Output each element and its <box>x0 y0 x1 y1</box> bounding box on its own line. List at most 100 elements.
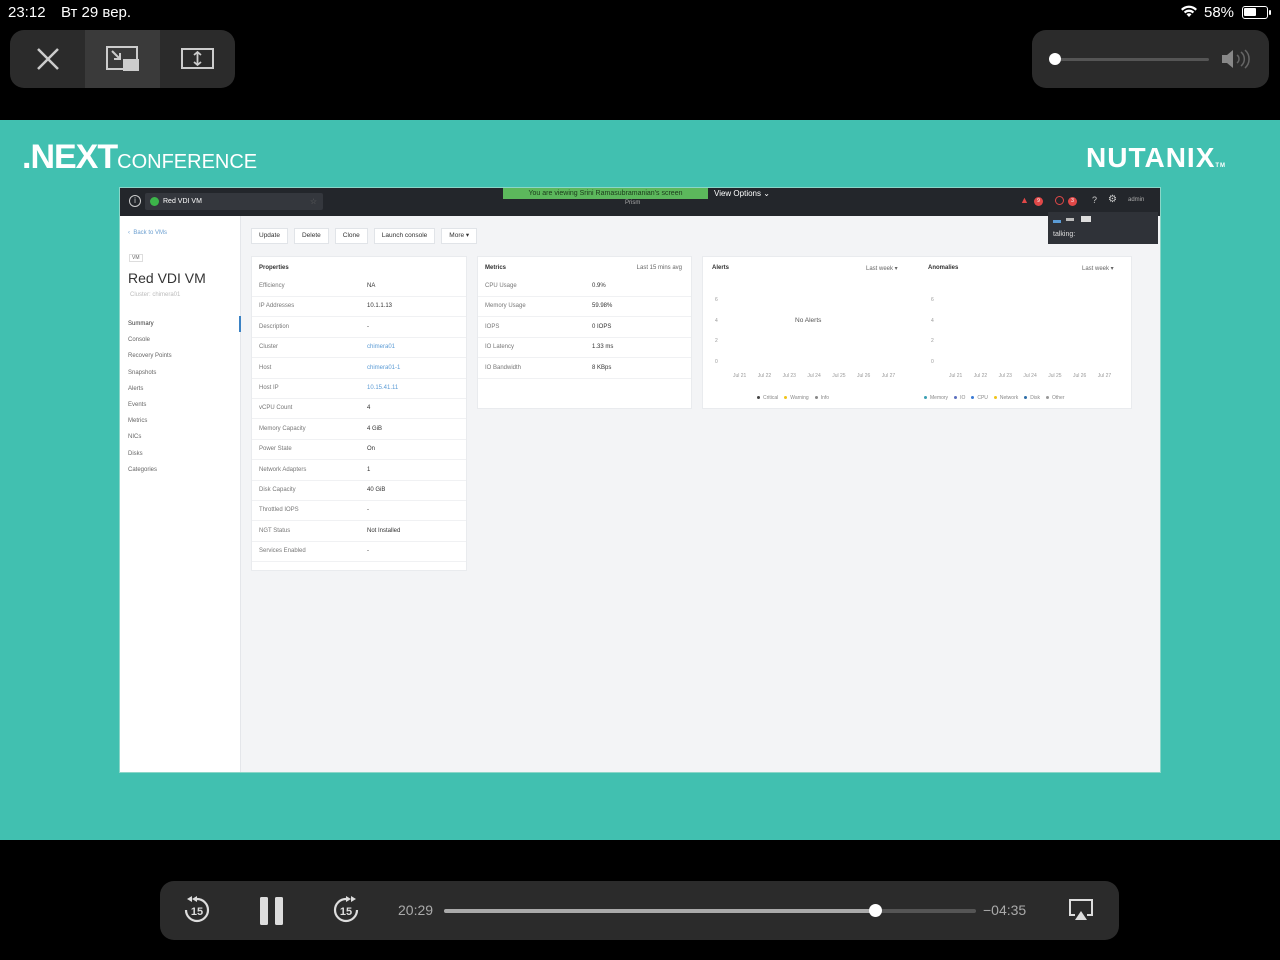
skip-back-button[interactable]: 15 <box>182 895 212 930</box>
metric-key: CPU Usage <box>485 283 517 289</box>
picture-in-picture-button[interactable] <box>85 30 160 88</box>
scrubber-knob[interactable] <box>868 904 882 917</box>
nav-disks[interactable]: Disks <box>120 446 241 462</box>
x-tick-label: Jul 22 <box>757 373 772 379</box>
vm-title: Red VDI VM <box>128 270 206 286</box>
logo-tm: TM <box>1215 163 1227 169</box>
property-value: Not Installed <box>367 527 401 534</box>
property-row: Power State On <box>252 440 466 461</box>
x-tick-label: Jul 27 <box>1097 373 1112 379</box>
x-tick-label: Jul 23 <box>782 373 796 379</box>
metric-key: IOPS <box>485 323 500 330</box>
legend-dot <box>814 396 818 400</box>
skip-back-seconds: 15 <box>191 906 203 918</box>
pause-button[interactable] <box>257 896 287 931</box>
properties-panel: Properties Efficiency NA IP Addresses 10.1.… <box>251 256 467 571</box>
back-link-label: Back to VMs <box>133 230 168 236</box>
delete-button[interactable]: Delete <box>293 228 329 244</box>
property-key: Services Enabled <box>259 548 306 555</box>
battery-tip <box>1269 10 1271 15</box>
property-value[interactable]: chimera01-1 <box>367 365 400 371</box>
alerts-range-dropdown[interactable]: Last week ▾ <box>866 265 898 272</box>
vm-cluster: Cluster: chimera01 <box>130 292 181 298</box>
update-button[interactable]: Update <box>251 228 288 244</box>
nav-events[interactable]: Events <box>120 397 241 413</box>
property-value: - <box>367 323 369 330</box>
property-row: Host IP 10.15.41.11 <box>252 379 466 399</box>
legend-dot <box>784 396 788 400</box>
launch-console-button[interactable]: Launch console <box>373 228 436 244</box>
volume-slider[interactable] <box>1054 58 1209 61</box>
skip-back-15-icon: 15 <box>184 896 210 923</box>
legend-dot <box>954 396 958 400</box>
vm-tab: Red VDI VM ☆ <box>145 193 323 210</box>
property-value: NA <box>367 283 376 289</box>
nav-alerts[interactable]: Alerts <box>120 381 241 397</box>
nav-summary[interactable]: Summary <box>120 316 241 333</box>
property-value: 4 GiB <box>367 425 383 432</box>
legend-label: Memory <box>930 395 949 401</box>
property-key: Host <box>259 364 272 371</box>
view-options-label: View Options <box>714 189 761 198</box>
no-alerts-text: No Alerts <box>795 317 822 324</box>
legend-label: IO <box>960 395 966 401</box>
remaining-time: −04:35 <box>983 902 1027 918</box>
shared-screen: i Red VDI VM ☆ You are viewing Srini Ram… <box>119 187 1161 773</box>
legend-label: Other <box>1051 395 1065 401</box>
back-to-vms-link[interactable]: ‹ Back to VMs <box>128 230 167 236</box>
metric-key: IO Bandwidth <box>485 364 522 371</box>
y-tick-label: 6 <box>715 297 718 303</box>
clock: 23:12 <box>8 4 46 21</box>
metric-row: IOPS 0 IOPS <box>478 318 691 338</box>
alert-badge-2: 3 <box>1068 197 1077 206</box>
property-key: Cluster <box>259 344 279 351</box>
x-tick-label: Jul 21 <box>949 373 963 379</box>
property-row: vCPU Count 4 <box>252 399 466 420</box>
vm-actions: Update Delete Clone Launch console More … <box>251 228 478 244</box>
nav-recovery-points[interactable]: Recovery Points <box>120 348 241 364</box>
property-value[interactable]: 10.15.41.11 <box>367 385 398 391</box>
close-button[interactable] <box>10 30 85 88</box>
view-options-button[interactable]: View Options ⌄ <box>714 189 770 198</box>
video-frame[interactable]: .NEXTCONFERENCE NUTANIXTM i Red VDI VM ☆… <box>0 120 1280 840</box>
alerts-title: Alerts <box>712 265 730 271</box>
nav-categories[interactable]: Categories <box>120 462 241 478</box>
y-tick-label: 0 <box>715 358 718 365</box>
property-key: Disk Capacity <box>259 487 296 493</box>
nav-console[interactable]: Console <box>120 332 241 348</box>
metrics-panel: Metrics Last 15 mins avg CPU Usage 0.9% Me… <box>477 256 692 409</box>
legend-dot <box>993 396 997 400</box>
clone-button[interactable]: Clone <box>334 228 368 244</box>
talking-popup: talking: <box>1048 212 1158 244</box>
anomalies-range-dropdown[interactable]: Last week ▾ <box>1082 265 1114 272</box>
property-key: Power State <box>259 446 292 453</box>
legend-label: CPU <box>977 395 988 401</box>
more-button[interactable]: More ▾ <box>441 228 478 244</box>
property-value[interactable]: chimera01 <box>367 344 395 350</box>
x-tick-label: Jul 24 <box>807 373 821 379</box>
property-row: Memory Capacity 4 GiB <box>252 420 466 440</box>
property-row: Network Adapters 1 <box>252 461 466 481</box>
close-icon <box>36 48 59 70</box>
aspect-fit-button[interactable] <box>160 30 235 88</box>
nav-nics[interactable]: NICs <box>120 429 241 445</box>
anomalies-legend: Memory IO CPU Network Disk Other <box>918 395 1065 401</box>
airplay-button[interactable] <box>1068 898 1094 927</box>
date: Вт 29 вер. <box>61 4 132 21</box>
property-row: NGT Status Not Installed <box>252 522 466 542</box>
y-tick-label: 2 <box>931 338 934 344</box>
x-tick-label: Jul 26 <box>1073 373 1087 379</box>
x-tick-label: Jul 22 <box>973 373 988 379</box>
wifi-icon <box>1180 5 1198 22</box>
skip-forward-button[interactable]: 15 <box>331 895 361 930</box>
property-value: 40 GiB <box>367 487 386 493</box>
scrubber[interactable] <box>444 904 976 917</box>
nav-metrics[interactable]: Metrics <box>120 413 241 429</box>
speaker-icon <box>1220 48 1254 75</box>
chevron-down-icon: ⌄ <box>763 189 770 198</box>
volume-knob[interactable] <box>1049 53 1061 65</box>
picture-in-picture-icon <box>105 46 139 71</box>
battery-percent: 58% <box>1204 4 1235 21</box>
anomalies-range-label: Last week <box>1082 266 1110 272</box>
nav-snapshots[interactable]: Snapshots <box>120 365 241 381</box>
